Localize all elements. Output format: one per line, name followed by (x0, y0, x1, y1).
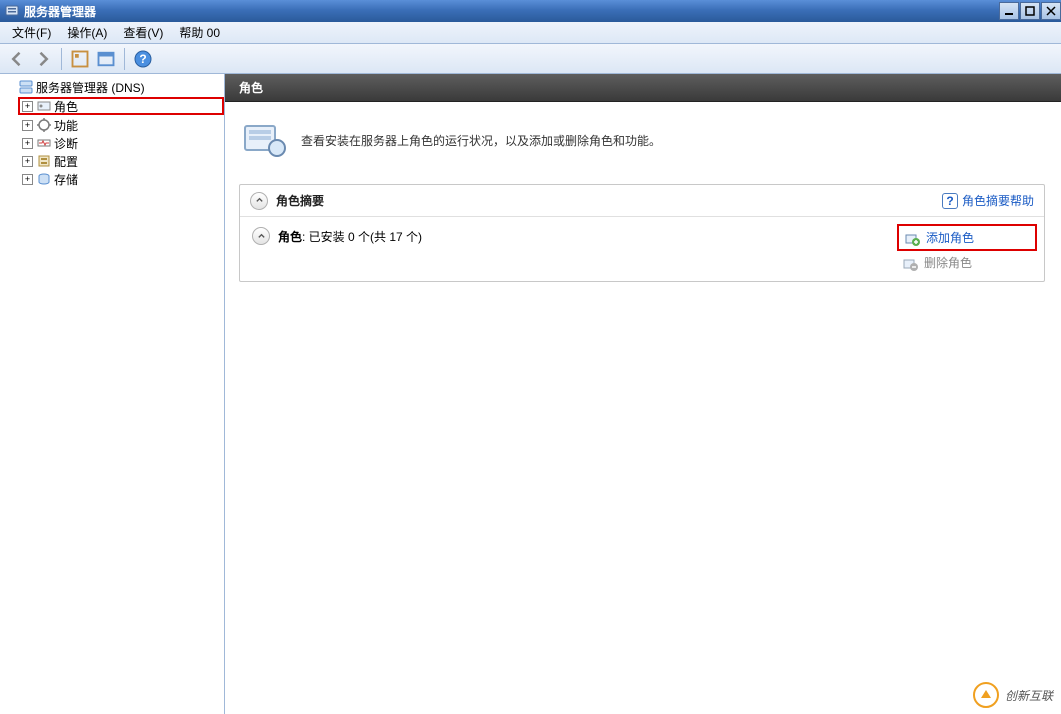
content-panel: 角色 查看安装在服务器上角色的运行状况，以及添加或删除角色和功能。 角色摘要 ?… (225, 74, 1061, 714)
tree-item-features[interactable]: + 功能 (18, 116, 224, 134)
tree-root[interactable]: + 服务器管理器 (DNS) (0, 78, 224, 96)
expander-icon[interactable]: + (22, 101, 33, 112)
roles-count-label: 角色: 已安装 0 个(共 17 个) (278, 228, 422, 245)
forward-button[interactable] (32, 48, 54, 70)
remove-role-icon (902, 255, 918, 271)
toolbar-btn-1[interactable] (69, 48, 91, 70)
tree-item-label: 角色 (54, 98, 78, 115)
tree-item-label: 诊断 (54, 135, 78, 152)
menu-view[interactable]: 查看(V) (115, 22, 171, 43)
section-title: 角色摘要 (276, 192, 942, 209)
remove-role-text: 删除角色 (924, 254, 972, 271)
add-role-text: 添加角色 (926, 229, 974, 246)
add-role-icon (904, 230, 920, 246)
storage-icon (36, 171, 52, 187)
tree-item-label: 功能 (54, 117, 78, 134)
watermark-text: 创新互联 (1005, 687, 1053, 704)
diagnostics-icon (36, 135, 52, 151)
roles-installed-line: 角色: 已安装 0 个(共 17 个) (252, 227, 902, 245)
app-icon (4, 3, 20, 19)
roles-summary-section: 角色摘要 ? 角色摘要帮助 角色: 已安装 0 个(共 17 个) (239, 184, 1045, 282)
close-button[interactable] (1041, 2, 1061, 20)
toolbar: ? (0, 44, 1061, 74)
menu-file[interactable]: 文件(F) (4, 22, 59, 43)
help-icon: ? (942, 193, 958, 209)
content-body: 查看安装在服务器上角色的运行状况，以及添加或删除角色和功能。 角色摘要 ? 角色… (225, 102, 1061, 714)
roles-actions: 添加角色 删除角色 (902, 227, 1032, 271)
config-icon (36, 153, 52, 169)
roles-large-icon (239, 116, 287, 164)
help-button[interactable]: ? (132, 48, 154, 70)
window-buttons (998, 2, 1061, 20)
role-icon (36, 98, 52, 114)
roles-row: 角色: 已安装 0 个(共 17 个) 添加角色 删除角色 (240, 217, 1044, 281)
collapse-button[interactable] (252, 227, 270, 245)
feature-icon (36, 117, 52, 133)
remove-role-link[interactable]: 删除角色 (902, 254, 1032, 271)
title-bar: 服务器管理器 (0, 0, 1061, 22)
back-button[interactable] (6, 48, 28, 70)
intro-text: 查看安装在服务器上角色的运行状况，以及添加或删除角色和功能。 (301, 132, 661, 149)
toolbar-separator (61, 48, 62, 70)
minimize-button[interactable] (999, 2, 1019, 20)
menu-help[interactable]: 帮助 00 (171, 22, 228, 43)
tree-item-config[interactable]: + 配置 (18, 152, 224, 170)
tree-root-label: 服务器管理器 (DNS) (36, 79, 145, 96)
roles-summary-help-link[interactable]: ? 角色摘要帮助 (942, 192, 1034, 209)
tree-panel: + 服务器管理器 (DNS) + 角色 + 功能 + 诊断 + (0, 74, 225, 714)
content-header: 角色 (225, 74, 1061, 102)
help-link-text: 角色摘要帮助 (962, 192, 1034, 209)
collapse-button[interactable] (250, 192, 268, 210)
add-role-link[interactable]: 添加角色 (904, 229, 1030, 246)
window-title: 服务器管理器 (24, 3, 998, 20)
tree-item-storage[interactable]: + 存储 (18, 170, 224, 188)
toolbar-separator (124, 48, 125, 70)
watermark: 创新互联 (973, 682, 1053, 708)
expander-icon[interactable]: + (22, 138, 33, 149)
tree-item-label: 存储 (54, 171, 78, 188)
expander-icon[interactable]: + (22, 174, 33, 185)
tree-item-label: 配置 (54, 153, 78, 170)
maximize-button[interactable] (1020, 2, 1040, 20)
main-area: + 服务器管理器 (DNS) + 角色 + 功能 + 诊断 + (0, 74, 1061, 714)
menu-bar: 文件(F) 操作(A) 查看(V) 帮助 00 (0, 22, 1061, 44)
tree-item-roles[interactable]: + 角色 (18, 97, 224, 115)
expander-icon[interactable]: + (22, 156, 33, 167)
content-title: 角色 (239, 79, 263, 96)
menu-action[interactable]: 操作(A) (59, 22, 115, 43)
section-header: 角色摘要 ? 角色摘要帮助 (240, 185, 1044, 217)
toolbar-btn-2[interactable] (95, 48, 117, 70)
expander-icon[interactable]: + (22, 120, 33, 131)
tree-item-diagnostics[interactable]: + 诊断 (18, 134, 224, 152)
watermark-icon (973, 682, 999, 708)
svg-text:?: ? (139, 52, 146, 66)
server-icon (18, 79, 34, 95)
intro-row: 查看安装在服务器上角色的运行状况，以及添加或删除角色和功能。 (239, 116, 1045, 164)
